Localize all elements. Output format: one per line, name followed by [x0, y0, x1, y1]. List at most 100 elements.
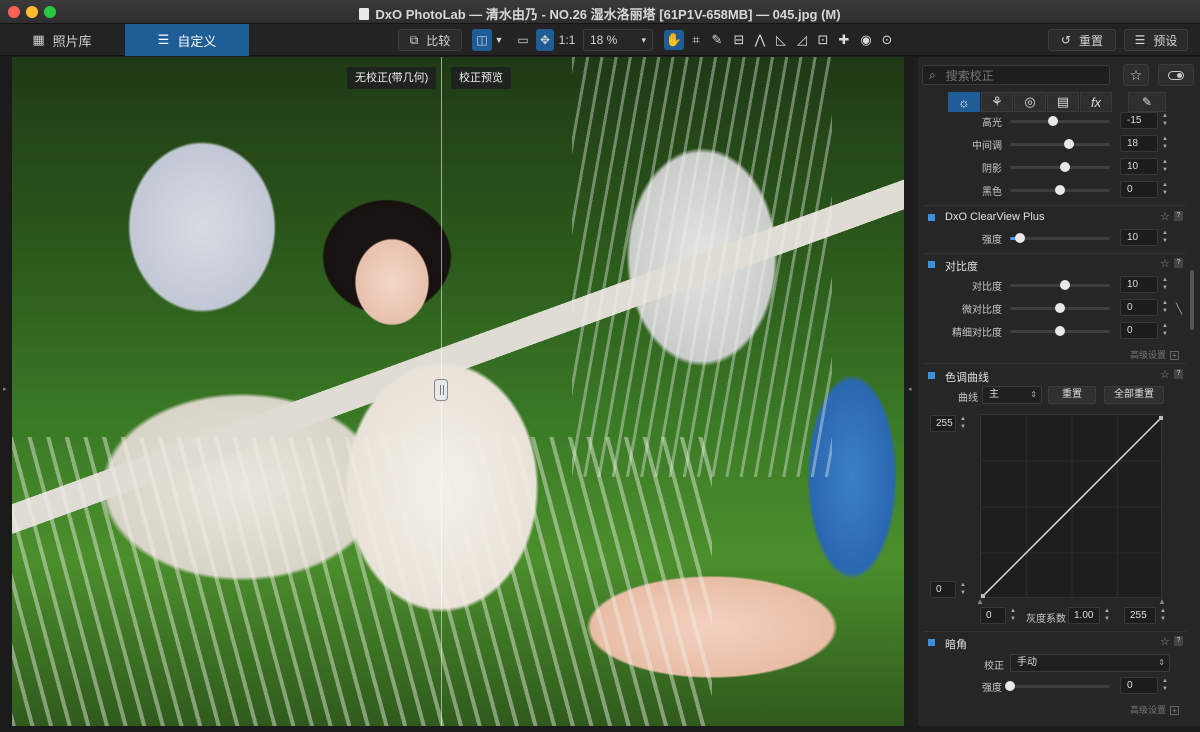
contrast-section[interactable]: 对比度 ☆ ? — [924, 256, 1188, 274]
slider-value[interactable]: 0 — [1120, 181, 1158, 198]
light-category-icon[interactable]: ☼ — [948, 92, 980, 112]
stepper-icon[interactable]: ▲ ▼ — [1161, 112, 1169, 129]
slider-knob[interactable] — [1055, 185, 1065, 195]
slider-knob[interactable] — [1048, 116, 1058, 126]
stepper-icon[interactable]: ▲ ▼ — [1009, 607, 1017, 624]
slider-value[interactable]: 10 — [1120, 158, 1158, 175]
hand-tool-icon[interactable]: ✋ — [664, 30, 684, 50]
transform-tool-icon[interactable]: ⊡ — [813, 30, 833, 50]
slider-track[interactable] — [1010, 116, 1110, 126]
slider-track[interactable] — [1010, 326, 1110, 336]
tab-photo-library[interactable]: ▦ 照片库 — [0, 24, 124, 56]
curve-output-white[interactable]: 255 — [930, 415, 956, 432]
split-view-dropdown[interactable]: ▼ — [493, 29, 505, 51]
curve-input-black[interactable]: 0 — [980, 607, 1006, 624]
detail-category-icon[interactable]: ◎ — [1014, 92, 1046, 112]
slider-value[interactable]: 18 — [1120, 135, 1158, 152]
help-icon[interactable]: ? — [1174, 636, 1183, 646]
favorites-button[interactable]: ☆ — [1123, 64, 1149, 86]
curve-output-black[interactable]: 0 — [930, 581, 956, 598]
reset-button[interactable]: ↺ 重置 — [1048, 29, 1116, 51]
chevron-right-icon[interactable]: ▸ — [3, 385, 7, 393]
slider-value[interactable]: 0 — [1120, 299, 1158, 316]
chevron-left-icon[interactable]: ◂ — [908, 385, 912, 393]
star-icon[interactable]: ☆ — [1160, 257, 1170, 270]
local-adjust-category-icon[interactable]: ✎ — [1128, 92, 1166, 112]
stepper-icon[interactable]: ▲ ▼ — [1161, 158, 1169, 175]
clearview-strength-slider[interactable] — [1010, 233, 1110, 243]
perspective-8point-icon[interactable]: ◿ — [792, 30, 812, 50]
slider-knob[interactable] — [1005, 681, 1015, 691]
local-adjust-icon[interactable]: ⊙ — [877, 30, 897, 50]
vignetting-section[interactable]: 暗角 ☆ ? — [924, 634, 1188, 652]
image-viewer[interactable]: 无校正(带几何) 校正预览 — [12, 57, 904, 726]
curve-reset-all-button[interactable]: 全部重置 — [1104, 386, 1164, 404]
slider-track[interactable] — [1010, 303, 1110, 313]
stepper-icon[interactable]: ▲ ▼ — [1161, 276, 1169, 293]
vignetting-strength-slider[interactable] — [1005, 681, 1110, 691]
resize-handle-icon[interactable]: ╲ — [1176, 304, 1182, 315]
split-view-button[interactable]: ◫ — [472, 29, 492, 51]
stepper-icon[interactable]: ▲ ▼ — [1159, 607, 1167, 624]
slider-knob[interactable] — [1055, 326, 1065, 336]
curve-reset-button[interactable]: 重置 — [1048, 386, 1096, 404]
clearview-strength-value[interactable]: 10 — [1120, 229, 1158, 246]
repair-tool-icon[interactable]: ✚ — [834, 30, 854, 50]
perspective-tool-icon[interactable]: ⋀ — [750, 30, 770, 50]
stepper-icon[interactable]: ▲ ▼ — [1103, 607, 1111, 624]
slider-value[interactable]: -15 — [1120, 112, 1158, 129]
stepper-icon[interactable]: ▲ ▼ — [959, 415, 967, 432]
stepper-icon[interactable]: ▲ ▼ — [1161, 322, 1169, 339]
tone-curve-section[interactable]: 色调曲线 ☆ ? — [924, 367, 1188, 385]
color-category-icon[interactable]: ⚘ — [981, 92, 1013, 112]
split-handle[interactable] — [434, 379, 448, 401]
help-icon[interactable]: ? — [1174, 211, 1183, 221]
stepper-icon[interactable]: ▲ ▼ — [1161, 229, 1169, 246]
star-icon[interactable]: ☆ — [1160, 635, 1170, 648]
stepper-icon[interactable]: ▲ ▼ — [1161, 677, 1169, 694]
slider-value[interactable]: 0 — [1120, 322, 1158, 339]
stepper-icon[interactable]: ▲ ▼ — [1161, 135, 1169, 152]
contrast-advanced-link[interactable]: 高级设置 + — [1130, 348, 1180, 361]
panel-scrollbar[interactable] — [1190, 270, 1194, 330]
slider-knob[interactable] — [1060, 162, 1070, 172]
star-icon[interactable]: ☆ — [1160, 368, 1170, 381]
crop-tool-icon[interactable]: ⌗ — [686, 30, 706, 50]
vignetting-strength-value[interactable]: 0 — [1120, 677, 1158, 694]
perspective-rect-icon[interactable]: ◺ — [771, 30, 791, 50]
vignetting-correction-select[interactable]: 手动 ⇕ — [1010, 654, 1170, 672]
tone-curve-graph[interactable] — [980, 414, 1163, 599]
help-icon[interactable]: ? — [1174, 258, 1183, 268]
compare-button[interactable]: ⧉ 比较 — [398, 29, 462, 51]
vignetting-advanced-link[interactable]: 高级设置 + — [1130, 703, 1180, 716]
slider-track[interactable] — [1010, 162, 1110, 172]
actual-size-button[interactable]: 1:1 — [558, 29, 576, 51]
move-tool-button[interactable]: ✥ — [536, 29, 554, 51]
stepper-icon[interactable]: ▲ ▼ — [1161, 299, 1169, 316]
curve-channel-select[interactable]: 主 ⇕ — [982, 386, 1042, 404]
gamma-value[interactable]: 1.00 — [1068, 607, 1100, 624]
horizon-tool-icon[interactable]: ⊟ — [729, 30, 749, 50]
preset-button[interactable]: ☰ 预设 — [1124, 29, 1188, 51]
eye-preview-icon[interactable]: ◉ — [856, 30, 876, 50]
slider-knob[interactable] — [1055, 303, 1065, 313]
eyedropper-icon[interactable]: ✎ — [707, 30, 727, 50]
search-input[interactable]: ⌕ 搜索校正 — [922, 65, 1110, 85]
fit-to-screen-button[interactable]: ▭ — [514, 29, 532, 51]
slider-track[interactable] — [1010, 185, 1110, 195]
star-icon[interactable]: ☆ — [1160, 210, 1170, 223]
slider-track[interactable] — [1010, 280, 1110, 290]
toggle-button[interactable] — [1158, 64, 1194, 86]
geometry-category-icon[interactable]: ▤ — [1047, 92, 1079, 112]
stepper-icon[interactable]: ▲ ▼ — [959, 581, 967, 598]
slider-knob[interactable] — [1064, 139, 1074, 149]
slider-knob[interactable] — [1015, 233, 1025, 243]
clearview-section[interactable]: DxO ClearView Plus ☆ ? — [924, 209, 1188, 227]
zoom-select[interactable]: 18 % ▾ — [583, 29, 653, 51]
slider-track[interactable] — [1010, 139, 1110, 149]
slider-knob[interactable] — [1060, 280, 1070, 290]
curve-input-white[interactable]: 255 — [1124, 607, 1156, 624]
stepper-icon[interactable]: ▲ ▼ — [1161, 181, 1169, 198]
effects-category-icon[interactable]: fx — [1080, 92, 1112, 112]
help-icon[interactable]: ? — [1174, 369, 1183, 379]
